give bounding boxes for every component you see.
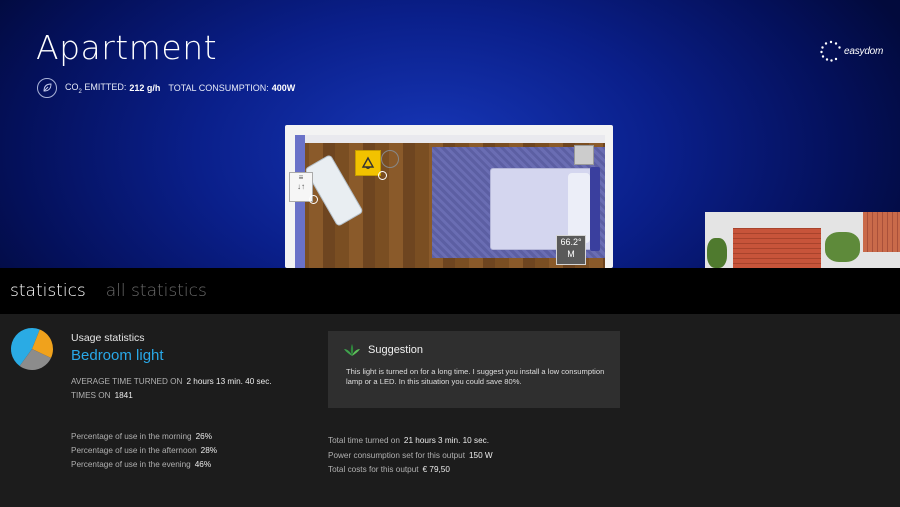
usage-pie-chart bbox=[11, 328, 54, 370]
percentage-value: 26% bbox=[195, 432, 213, 441]
plant-icon bbox=[344, 344, 360, 356]
percentage-label: Percentage of use in the evening bbox=[71, 460, 191, 469]
hero-header: Apartment CO2 EMITTED: 212 g/h TOTAL CON… bbox=[0, 0, 900, 268]
fan-icon[interactable] bbox=[381, 150, 399, 168]
avg-time-label: AVERAGE TIME TURNED ON bbox=[71, 377, 183, 386]
total-value: € 79,50 bbox=[422, 465, 450, 474]
tab-bar: statistics all statistics bbox=[0, 268, 900, 314]
co2-label: CO2 EMITTED: bbox=[65, 82, 126, 95]
page-title: Apartment bbox=[36, 28, 218, 67]
usage-section-title: Usage statistics bbox=[71, 332, 145, 344]
percentage-row: Percentage of use in the evening 46% bbox=[71, 460, 211, 469]
tab-statistics[interactable]: statistics bbox=[10, 281, 86, 301]
suggestion-header: Suggestion bbox=[343, 343, 423, 357]
total-label: Total costs for this output bbox=[328, 465, 419, 474]
co2-label-sub: 2 bbox=[78, 88, 82, 95]
times-on-value: 1841 bbox=[114, 391, 133, 400]
bed-headboard bbox=[590, 167, 600, 251]
percentage-label: Percentage of use in the morning bbox=[71, 432, 192, 441]
easydom-logo: easydom bbox=[820, 40, 883, 62]
light-bulb-icon[interactable] bbox=[355, 150, 381, 176]
total-row: Total costs for this output € 79,50 bbox=[328, 465, 450, 474]
co2-label-suffix: EMITTED: bbox=[84, 81, 127, 92]
avg-time-value: 2 hours 13 min. 40 sec. bbox=[186, 377, 272, 386]
percentage-label: Percentage of use in the afternoon bbox=[71, 446, 197, 455]
nightstand bbox=[574, 145, 594, 165]
percentage-row: Percentage of use in the morning 26% bbox=[71, 432, 212, 441]
percentage-value: 28% bbox=[200, 446, 218, 455]
house-roof bbox=[733, 228, 821, 268]
consumption-label: TOTAL CONSUMPTION: bbox=[168, 83, 269, 93]
tab-all-statistics[interactable]: all statistics bbox=[106, 281, 207, 301]
temperature-value: 66.2° bbox=[560, 237, 582, 247]
avg-time-row: AVERAGE TIME TURNED ON 2 hours 13 min. 40… bbox=[71, 377, 272, 386]
total-value: 21 hours 3 min. 10 sec. bbox=[403, 436, 490, 445]
thermostat-badge[interactable]: 66.2° M bbox=[556, 235, 586, 265]
house-garden bbox=[707, 238, 727, 268]
emission-stats: CO2 EMITTED: 212 g/h TOTAL CONSUMPTION: … bbox=[37, 78, 303, 98]
percentage-value: 46% bbox=[194, 460, 212, 469]
leaf-icon bbox=[37, 78, 57, 98]
logo-text: easydom bbox=[844, 45, 884, 57]
bed-pillow bbox=[568, 173, 590, 243]
total-row: Power consumption set for this output 150… bbox=[328, 451, 493, 460]
times-on-label: TIMES ON bbox=[71, 391, 111, 400]
floorplan[interactable]: ≡ ↓↑ 66.2° M bbox=[285, 125, 613, 268]
suggestion-title: Suggestion bbox=[368, 344, 424, 356]
device-name: Bedroom light bbox=[71, 347, 164, 364]
total-label: Total time turned on bbox=[328, 436, 400, 445]
suggestion-card: Suggestion This light is turned on for a… bbox=[328, 331, 620, 408]
total-label: Power consumption set for this output bbox=[328, 451, 465, 460]
times-on-row: TIMES ON 1841 bbox=[71, 391, 133, 400]
total-row: Total time turned on 21 hours 3 min. 10 s… bbox=[328, 436, 489, 445]
total-value: 150 W bbox=[469, 451, 493, 460]
house-roof bbox=[863, 212, 900, 252]
logo-dots-icon bbox=[820, 40, 841, 62]
temperature-unit: M bbox=[567, 249, 575, 259]
timer-icon bbox=[309, 195, 318, 204]
consumption-value: 400W bbox=[271, 83, 296, 93]
wall-shelf bbox=[295, 135, 605, 143]
house-overview-thumbnail[interactable] bbox=[705, 212, 900, 268]
co2-value: 212 g/h bbox=[129, 83, 161, 93]
percentage-row: Percentage of use in the afternoon 28% bbox=[71, 446, 217, 455]
suggestion-text: This light is turned on for a long time.… bbox=[346, 367, 605, 386]
house-garden bbox=[825, 232, 860, 262]
timer-icon bbox=[378, 171, 387, 180]
co2-label-prefix: CO bbox=[65, 81, 79, 92]
